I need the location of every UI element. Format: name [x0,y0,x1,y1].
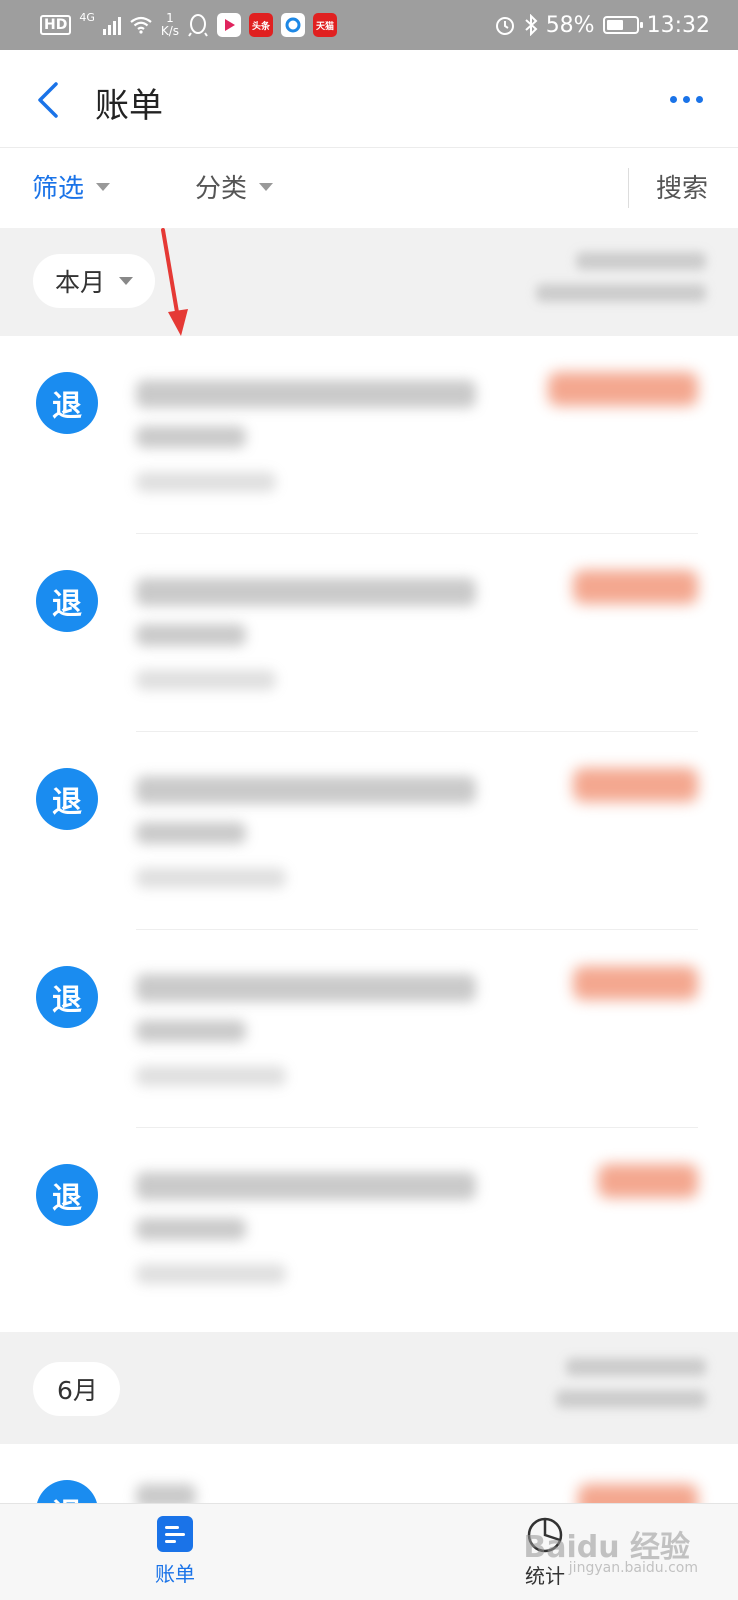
speed-unit: K/s [160,24,180,38]
category-label: 分类 [195,174,248,204]
battery-icon [602,16,643,34]
month-summary-blurred [506,252,706,302]
refund-icon: 退 [36,570,98,632]
month-header: 本月 [0,228,738,336]
wifi-icon [130,16,152,34]
divider [628,168,629,208]
transaction-row[interactable]: 退 [0,930,738,1128]
signal-icon [102,15,121,35]
status-bar: HD 4G 1 K/s 头条 天猫 58% 13:32 [0,0,738,50]
refund-icon: 退 [36,1164,98,1226]
month-selector[interactable]: 6月 [33,1362,120,1416]
search-button[interactable]: 搜索 [656,168,708,205]
status-right: 58% 13:32 [494,8,710,42]
category-dropdown[interactable]: 分类 [195,168,274,205]
more-options-icon[interactable] [664,84,708,114]
nav-bill-label: 账单 [155,1562,195,1586]
chevron-down-icon [259,182,274,191]
bluetooth-icon [525,14,538,36]
clock: 13:32 [646,12,710,38]
status-left: HD 4G 1 K/s 头条 天猫 [40,8,338,42]
month-selector[interactable]: 本月 [33,254,156,308]
nav-bill[interactable]: 账单 [155,1516,195,1587]
transaction-row[interactable]: 退 [0,1128,738,1326]
filter-bar: 筛选 分类 搜索 [0,148,738,228]
alarm-icon [495,17,514,35]
app-header: 账单 [0,50,738,148]
speed-value: 1 [166,11,174,25]
bill-icon [157,1516,193,1552]
refund-icon: 退 [36,966,98,1028]
battery-percent: 58% [545,12,595,38]
refund-icon: 退 [36,372,98,434]
month-header: 6月 [0,1332,738,1444]
refund-icon: 退 [36,768,98,830]
tmall-icon: 天猫 [313,13,338,37]
transaction-row[interactable]: 退 [0,1444,738,1504]
watermark-url: jingyan.baidu.com [568,1560,698,1576]
month-summary-blurred [506,1358,706,1408]
chevron-down-icon [96,182,111,191]
annotation-arrow [161,228,188,336]
video-app-icon [217,13,242,37]
network-type: 4G [79,10,95,24]
refund-icon: 退 [36,1480,98,1504]
page-title: 账单 [95,86,163,126]
transaction-row[interactable]: 退 [0,534,738,732]
hd-indicator: HD [40,15,72,35]
network-speed: 1 K/s [161,12,179,38]
month-label: 6月 [57,1376,98,1405]
filter-label: 筛选 [32,174,85,204]
transaction-row[interactable]: 退 [0,336,738,534]
filter-dropdown[interactable]: 筛选 [32,168,111,205]
transaction-row[interactable]: 退 [0,732,738,930]
month-label: 本月 [55,268,106,297]
qq-icon [188,14,208,37]
back-icon[interactable] [28,76,72,124]
chevron-down-icon [119,277,134,285]
browser-app-icon [281,13,306,37]
toutiao-icon: 头条 [249,13,274,37]
